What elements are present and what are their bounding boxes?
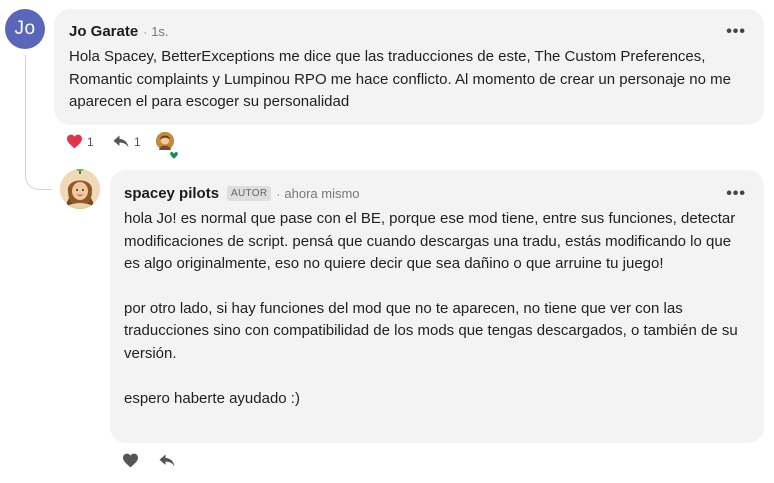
author-name[interactable]: Jo Garate <box>69 23 138 40</box>
comment-header: spacey pilots AUTOR · ahora mismo <box>124 185 360 202</box>
reply-arrow-icon <box>159 454 175 467</box>
more-options-button[interactable]: ••• <box>726 185 746 203</box>
comment-paragraph: espero haberte ayudado :) <box>124 389 300 407</box>
timestamp[interactable]: 1s. <box>151 24 168 39</box>
comment-bubble: Jo Garate · 1s. ••• Hola Spacey, BetterE… <box>54 9 764 125</box>
separator-dot: · <box>143 24 148 39</box>
comment-body: Hola Spacey, BetterExceptions me dice qu… <box>69 46 753 114</box>
reply-bubble: spacey pilots AUTOR · ahora mismo ••• ho… <box>110 170 764 443</box>
more-options-button[interactable]: ••• <box>726 23 746 41</box>
like-button[interactable]: 1 <box>66 134 94 149</box>
comment-text: Hola Spacey, BetterExceptions me dice qu… <box>69 48 731 111</box>
comment-header: Jo Garate · 1s. <box>69 23 169 40</box>
avatar[interactable]: Jo <box>5 9 45 49</box>
reply-button[interactable] <box>158 453 176 468</box>
heart-outline-icon <box>123 453 138 468</box>
comment-paragraph: por otro lado, si hay funciones del mod … <box>124 299 738 362</box>
reply-button[interactable]: 1 <box>112 134 141 149</box>
avatar[interactable] <box>60 168 100 209</box>
heart-filled-icon <box>67 134 82 149</box>
timestamp[interactable]: ahora mismo <box>284 186 359 201</box>
author-name[interactable]: spacey pilots <box>124 185 219 202</box>
like-count: 1 <box>87 134 94 149</box>
comment-body: hola Jo! es normal que pase con el BE, p… <box>124 208 750 410</box>
separator-dot: · <box>276 186 281 201</box>
thread-connector <box>25 55 52 190</box>
comment-thread: Jo Jo Garate · 1s. ••• Hola Spacey, Bett… <box>0 0 774 483</box>
comment-paragraph: hola Jo! es normal que pase con el BE, p… <box>124 210 736 273</box>
illustrated-avatar-icon <box>60 168 100 209</box>
like-button[interactable] <box>122 453 139 468</box>
author-badge: AUTOR <box>227 186 272 201</box>
reaction-heart-icon <box>168 147 180 165</box>
reply-count: 1 <box>134 134 141 149</box>
reply-arrow-icon <box>113 135 129 148</box>
